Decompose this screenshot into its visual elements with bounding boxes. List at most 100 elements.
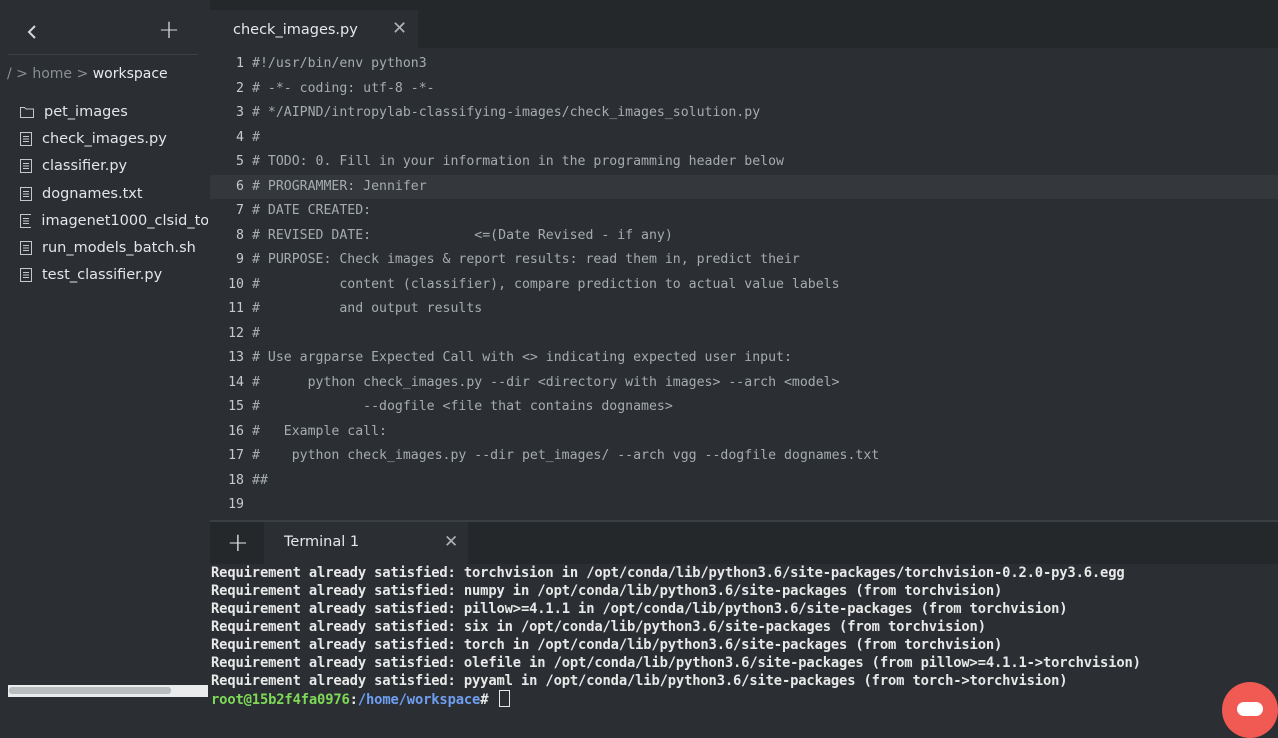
- code-line[interactable]: 14 # python check_images.py --dir <direct…: [210, 371, 1278, 396]
- code-text: # DATE CREATED:: [252, 203, 372, 218]
- line-number: 19: [228, 497, 244, 512]
- file-icon: [20, 241, 32, 256]
- file-icon: [20, 159, 32, 174]
- tab-terminal-1[interactable]: Terminal 1 ✕: [264, 522, 468, 566]
- line-number: 7: [236, 203, 244, 218]
- file-icon: [20, 213, 32, 228]
- prompt-symbol: #: [480, 692, 497, 708]
- file-name: check_images.py: [42, 130, 167, 147]
- breadcrumb-separator: >: [72, 66, 93, 82]
- code-line[interactable]: 13 # Use argparse Expected Call with <> i…: [210, 346, 1278, 371]
- sidebar-item-file[interactable]: classifier.py: [0, 153, 208, 180]
- line-number: 6: [236, 178, 244, 194]
- breadcrumb-current: workspace: [92, 66, 168, 82]
- terminal-tab-bar: + Terminal 1 ✕: [210, 520, 1278, 566]
- code-text: ##: [252, 472, 268, 488]
- code-text: # --dogfile <file that contains dognames…: [252, 399, 673, 414]
- code-text: # REVISED DATE: <=(Date Revised - if any…: [252, 227, 673, 243]
- chevron-left-icon[interactable]: [22, 18, 42, 46]
- code-line[interactable]: 17 # python check_images.py --dir pet_ima…: [210, 444, 1278, 469]
- terminal-output-line: Requirement already satisfied: olefile i…: [211, 655, 1141, 671]
- close-icon[interactable]: ✕: [392, 18, 407, 39]
- code-editor: check_images.py ✕ 1 #!/usr/bin/env python…: [210, 0, 1278, 520]
- line-number: 16: [228, 423, 244, 439]
- file-icon: [20, 131, 32, 146]
- code-line[interactable]: 2 # -*- coding: utf-8 -*-: [210, 77, 1278, 102]
- breadcrumb: / > home > workspace: [7, 66, 168, 82]
- sidebar-item-file[interactable]: check_images.py: [0, 125, 208, 152]
- line-number: 1: [236, 56, 244, 71]
- folder-icon: [20, 106, 34, 118]
- code-lines[interactable]: 1 #!/usr/bin/env python3 2 # -*- coding: ut…: [210, 52, 1278, 518]
- file-icon: [20, 268, 32, 283]
- code-line[interactable]: 11 # and output results: [210, 297, 1278, 322]
- code-line[interactable]: 7 # DATE CREATED:: [210, 199, 1278, 224]
- code-text: #: [252, 325, 260, 341]
- close-icon[interactable]: ✕: [444, 532, 458, 552]
- code-line[interactable]: 5 # TODO: 0. Fill in your information in …: [210, 150, 1278, 175]
- sidebar-item-file[interactable]: dognames.txt: [0, 180, 208, 207]
- file-explorer-sidebar: + / > home > workspace pet_images check_i…: [0, 0, 208, 720]
- code-text: # Use argparse Expected Call with <> ind…: [252, 350, 792, 365]
- terminal-output[interactable]: Requirement already satisfied: torchvisi…: [210, 564, 1278, 720]
- code-line[interactable]: 4 #: [210, 126, 1278, 151]
- code-text: # PROGRAMMER: Jennifer: [252, 178, 427, 194]
- code-line[interactable]: 10 # content (classifier), compare predic…: [210, 273, 1278, 298]
- line-number: 14: [228, 374, 244, 390]
- breadcrumb-home[interactable]: home: [32, 66, 72, 82]
- sidebar-item-file[interactable]: imagenet1000_clsid_to_: [0, 207, 208, 234]
- code-text: # Example call:: [252, 423, 387, 439]
- scrollbar-thumb[interactable]: [9, 687, 171, 694]
- terminal-output-line: Requirement already satisfied: six in /o…: [211, 619, 986, 635]
- line-number: 10: [228, 276, 244, 292]
- file-name: test_classifier.py: [42, 267, 163, 284]
- code-line[interactable]: 19: [210, 493, 1278, 518]
- tab-label: check_images.py: [233, 22, 358, 38]
- code-text: # */AIPND/intropylab-classifying-images/…: [252, 105, 761, 120]
- sidebar-item-file[interactable]: run_models_batch.sh: [0, 234, 208, 261]
- prompt-path: /home/workspace: [357, 692, 481, 708]
- code-line[interactable]: 15 # --dogfile <file that contains dognam…: [210, 395, 1278, 420]
- code-text: # -*- coding: utf-8 -*-: [252, 80, 435, 96]
- file-name: dognames.txt: [42, 185, 143, 202]
- add-file-button[interactable]: +: [158, 16, 180, 44]
- file-list: pet_images check_images.py classifier.py do…: [0, 98, 208, 289]
- code-text: # python check_images.py --dir <director…: [252, 374, 840, 390]
- terminal-lines: Requirement already satisfied: torchvisi…: [210, 564, 1278, 690]
- code-line[interactable]: 18 ##: [210, 469, 1278, 494]
- sidebar-item-file[interactable]: test_classifier.py: [0, 262, 208, 289]
- line-number: 13: [228, 350, 244, 365]
- line-number: 4: [236, 129, 244, 145]
- chat-bubble-glyph: [1237, 702, 1263, 716]
- file-name: pet_images: [44, 103, 128, 120]
- code-line[interactable]: 1 #!/usr/bin/env python3: [210, 52, 1278, 77]
- line-number: 17: [228, 448, 244, 463]
- file-name: run_models_batch.sh: [42, 240, 196, 257]
- add-terminal-button[interactable]: +: [227, 529, 249, 557]
- code-line[interactable]: 9 # PURPOSE: Check images & report result…: [210, 248, 1278, 273]
- code-text: # python check_images.py --dir pet_image…: [252, 448, 880, 463]
- code-line[interactable]: 3 # */AIPND/intropylab-classifying-images…: [210, 101, 1278, 126]
- code-line[interactable]: 12 #: [210, 322, 1278, 347]
- code-line[interactable]: 8 # REVISED DATE: <=(Date Revised - if an…: [210, 224, 1278, 249]
- terminal-prompt-line[interactable]: root@15b2f4fa0976:/home/workspace#: [210, 690, 1278, 708]
- chat-bubble-icon[interactable]: [1222, 682, 1278, 738]
- line-number: 15: [228, 399, 244, 414]
- sidebar-item-file[interactable]: pet_images: [0, 98, 208, 125]
- line-number: 8: [236, 227, 244, 243]
- sidebar-horizontal-scrollbar[interactable]: [8, 685, 208, 697]
- line-number: 18: [228, 472, 244, 488]
- code-line[interactable]: 6 # PROGRAMMER: Jennifer: [210, 174, 1278, 199]
- tab-check-images[interactable]: check_images.py ✕: [210, 10, 418, 48]
- breadcrumb-separator: / >: [7, 66, 33, 82]
- code-line[interactable]: 16 # Example call:: [210, 420, 1278, 445]
- line-number: 12: [228, 325, 244, 341]
- code-text: # content (classifier), compare predicti…: [252, 276, 840, 292]
- line-number: 9: [236, 252, 244, 267]
- terminal-cursor: [498, 690, 510, 707]
- line-number: 2: [236, 80, 244, 96]
- sidebar-header: +: [8, 12, 198, 55]
- code-text: #: [252, 129, 260, 145]
- code-text: # PURPOSE: Check images & report results…: [252, 252, 800, 267]
- file-icon: [20, 186, 32, 201]
